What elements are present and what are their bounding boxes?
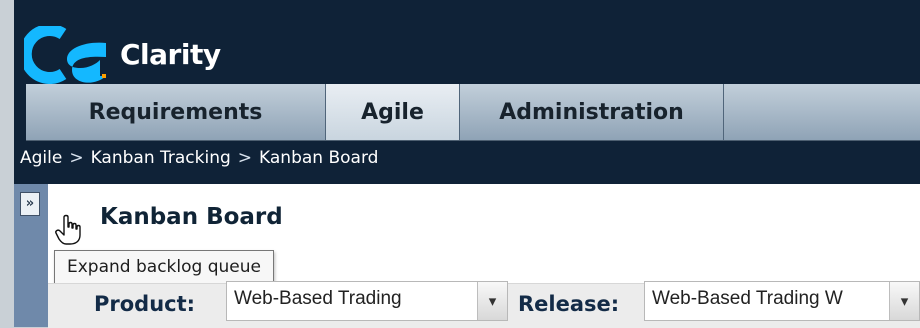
product-label: Product: <box>94 292 196 316</box>
release-select[interactable]: Web-Based Trading W ▾ <box>644 281 920 321</box>
product-select-value: Web-Based Trading <box>234 288 402 309</box>
tab-agile[interactable]: Agile <box>326 84 460 140</box>
breadcrumb-kanban-tracking[interactable]: Kanban Tracking <box>91 148 231 168</box>
expand-backlog-button[interactable]: » <box>20 192 40 216</box>
release-select-value: Web-Based Trading W <box>652 288 843 309</box>
chevron-down-icon[interactable]: ▾ <box>889 282 919 320</box>
breadcrumb-separator: > <box>69 148 84 168</box>
hand-cursor-icon <box>54 214 84 246</box>
app-window: Clarity Requirements Agile Administratio… <box>14 0 920 328</box>
main-tabs: Requirements Agile Administration <box>26 84 920 141</box>
page-title: Kanban Board <box>100 204 283 230</box>
product-select[interactable]: Web-Based Trading ▾ <box>226 281 508 321</box>
breadcrumb-kanban-board: Kanban Board <box>259 148 379 168</box>
tab-bar-empty-space <box>724 84 920 140</box>
ca-logo-icon <box>19 24 110 84</box>
release-label: Release: <box>518 292 620 316</box>
app-title: Clarity <box>120 38 221 71</box>
breadcrumb-agile[interactable]: Agile <box>20 148 62 168</box>
app-header: Clarity <box>14 18 920 84</box>
chevron-down-icon[interactable]: ▾ <box>477 282 507 320</box>
breadcrumb: Agile > Kanban Tracking > Kanban Board <box>20 148 378 168</box>
breadcrumb-separator: > <box>237 148 253 168</box>
filter-bar: Product: Web-Based Trading ▾ Release: We… <box>48 281 920 328</box>
expand-backlog-tooltip: Expand backlog queue <box>54 250 274 284</box>
tab-requirements[interactable]: Requirements <box>26 84 326 140</box>
tab-administration[interactable]: Administration <box>460 84 724 140</box>
